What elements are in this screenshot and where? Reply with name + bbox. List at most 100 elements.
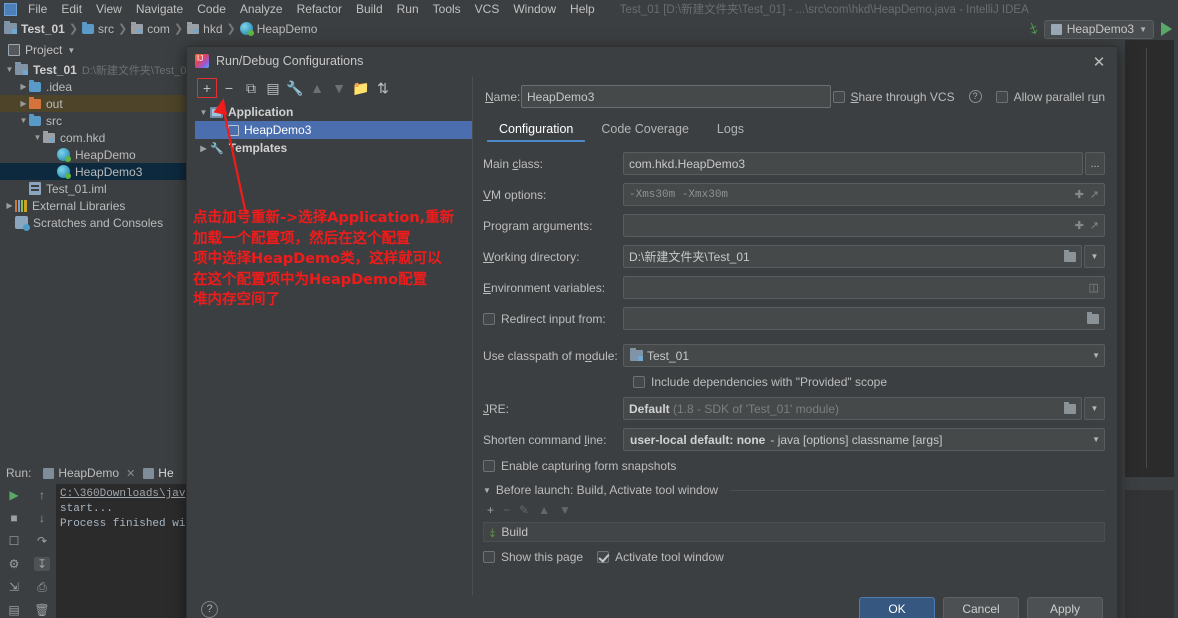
remove-configuration-button[interactable]: − bbox=[219, 78, 239, 98]
include-provided-checkbox[interactable]: Include dependencies with "Provided" sco… bbox=[633, 375, 1105, 389]
apply-button[interactable]: Apply bbox=[1027, 597, 1103, 618]
environment-variables-browse[interactable]: ◫ bbox=[1083, 281, 1099, 294]
project-tree-item[interactable]: ▼ Test_01 D:\新建文件夹\Test_0 bbox=[0, 61, 190, 78]
tab-logs[interactable]: Logs bbox=[703, 116, 758, 142]
soft-wrap-icon[interactable]: ↷ bbox=[34, 534, 50, 548]
share-through-vcs-checkbox[interactable]: Share through VCS bbox=[832, 90, 955, 104]
help-icon[interactable]: ? bbox=[201, 600, 218, 618]
scroll-to-end-icon[interactable]: ↧ bbox=[34, 557, 50, 571]
scroll-up-icon[interactable]: ↑ bbox=[34, 488, 50, 502]
show-this-page-checkbox[interactable]: Show this page bbox=[483, 550, 583, 564]
redirect-input-field[interactable] bbox=[623, 307, 1105, 330]
before-launch-edit-button[interactable]: ✎ bbox=[519, 503, 529, 517]
jre-input[interactable]: Default (1.8 - SDK of 'Test_01' module) bbox=[623, 397, 1082, 420]
menu-item-code[interactable]: Code bbox=[190, 0, 233, 18]
menu-item-tools[interactable]: Tools bbox=[426, 0, 468, 18]
activate-tool-window-checkbox[interactable]: Activate tool window bbox=[597, 550, 724, 564]
menu-item-view[interactable]: View bbox=[89, 0, 129, 18]
name-input[interactable]: HeapDemo3 bbox=[521, 85, 831, 108]
chevron-down-icon[interactable]: ▼ bbox=[4, 65, 15, 74]
before-launch-remove-button[interactable]: − bbox=[503, 503, 510, 517]
redirect-input-checkbox[interactable]: Redirect input from: bbox=[483, 312, 623, 326]
project-tree-item[interactable]: HeapDemo3 bbox=[0, 163, 190, 180]
chevron-right-icon[interactable]: ▶ bbox=[4, 201, 15, 210]
chevron-right-icon[interactable]: ▶ bbox=[18, 82, 29, 91]
add-configuration-button[interactable]: + bbox=[197, 78, 217, 98]
program-arguments-input[interactable]: ✚ ↗ bbox=[623, 214, 1105, 237]
stop-icon[interactable]: ■ bbox=[6, 511, 22, 525]
jre-dropdown[interactable]: ▼ bbox=[1084, 397, 1105, 420]
breadcrumb-src[interactable]: src ❯ bbox=[82, 21, 131, 36]
working-directory-browse[interactable] bbox=[1058, 249, 1076, 262]
camera-icon[interactable]: ☐ bbox=[6, 534, 22, 548]
before-launch-item-build[interactable]: ⤈ Build bbox=[483, 522, 1105, 542]
tab-configuration[interactable]: Configuration bbox=[485, 116, 587, 142]
chevron-down-icon[interactable]: ▼ bbox=[18, 116, 29, 125]
expand-editor-icon[interactable]: ↗ bbox=[1090, 188, 1099, 201]
main-class-browse-button[interactable]: ... bbox=[1085, 152, 1105, 175]
before-launch-header[interactable]: ▼ Before launch: Build, Activate tool wi… bbox=[483, 483, 1105, 497]
menu-item-navigate[interactable]: Navigate bbox=[129, 0, 190, 18]
console-output[interactable]: C:\360Downloads\jav start... Process fin… bbox=[56, 484, 190, 618]
project-tree-item[interactable]: ▶ out bbox=[0, 95, 190, 112]
trash-icon[interactable]: 🗑 bbox=[34, 603, 50, 617]
sort-configurations-button[interactable]: ⇅ bbox=[373, 78, 393, 98]
menu-item-build[interactable]: Build bbox=[349, 0, 390, 18]
run-configuration-selector[interactable]: HeapDemo3 ▼ bbox=[1043, 19, 1154, 39]
jre-browse[interactable] bbox=[1058, 401, 1076, 414]
project-tree-item[interactable]: ▼ src bbox=[0, 112, 190, 129]
insert-macro-icon[interactable]: ✚ bbox=[1075, 188, 1084, 201]
breadcrumb-hkd[interactable]: hkd ❯ bbox=[187, 21, 240, 36]
settings-gear-icon[interactable]: ⚙ bbox=[6, 557, 22, 571]
run-tab-heapdemo[interactable]: HeapDemo ✕ bbox=[43, 466, 135, 480]
working-directory-dropdown[interactable]: ▼ bbox=[1084, 245, 1105, 268]
menu-item-file[interactable]: File bbox=[21, 0, 54, 18]
breadcrumb-test01[interactable]: Test_01 ❯ bbox=[4, 21, 82, 36]
before-launch-move-up-button[interactable]: ▲ bbox=[538, 503, 550, 517]
layout-icon[interactable]: ▤ bbox=[6, 603, 22, 617]
redirect-input-browse[interactable] bbox=[1081, 311, 1099, 324]
before-launch-add-button[interactable]: + bbox=[487, 503, 494, 517]
breadcrumb-heapdemo[interactable]: HeapDemo bbox=[239, 22, 317, 36]
project-tree[interactable]: ▼ Test_01 D:\新建文件夹\Test_0 ▶ .idea ▶ out ▼ src ▼ co… bbox=[0, 61, 190, 461]
run-tab-heapdemo3[interactable]: He bbox=[143, 466, 174, 480]
capture-snapshots-checkbox[interactable]: Enable capturing form snapshots bbox=[483, 459, 1105, 473]
help-icon[interactable]: ? bbox=[968, 90, 982, 103]
new-folder-button[interactable]: 📁 bbox=[351, 78, 371, 98]
project-tree-item[interactable]: ▼ com.hkd bbox=[0, 129, 190, 146]
shorten-command-line-select[interactable]: user-local default: none - java [options… bbox=[623, 428, 1105, 451]
menu-item-window[interactable]: Window bbox=[506, 0, 563, 18]
menu-item-vcs[interactable]: VCS bbox=[468, 0, 507, 18]
working-directory-input[interactable]: D:\新建文件夹\Test_01 bbox=[623, 245, 1082, 268]
chevron-down-icon[interactable]: ▼ bbox=[32, 133, 43, 142]
main-class-input[interactable]: com.hkd.HeapDemo3 bbox=[623, 152, 1083, 175]
project-tree-item[interactable]: HeapDemo bbox=[0, 146, 190, 163]
scroll-down-icon[interactable]: ↓ bbox=[34, 511, 50, 525]
run-play-icon[interactable] bbox=[1161, 22, 1172, 36]
copy-configuration-button[interactable]: ⧉ bbox=[241, 78, 261, 98]
project-tree-item[interactable]: ▶ External Libraries bbox=[0, 197, 190, 214]
expand-editor-icon[interactable]: ↗ bbox=[1090, 219, 1099, 232]
breadcrumb-com[interactable]: com ❯ bbox=[131, 21, 187, 36]
before-launch-move-down-button[interactable]: ▼ bbox=[559, 503, 571, 517]
export-icon[interactable]: ⇲ bbox=[6, 580, 22, 594]
close-icon[interactable]: ✕ bbox=[126, 467, 135, 480]
cancel-button[interactable]: Cancel bbox=[943, 597, 1019, 618]
move-up-button[interactable]: ▲ bbox=[307, 78, 327, 98]
print-icon[interactable]: ⎙ bbox=[34, 580, 50, 594]
classpath-module-select[interactable]: Test_01 ▼ bbox=[623, 344, 1105, 367]
menu-item-edit[interactable]: Edit bbox=[54, 0, 89, 18]
menu-item-analyze[interactable]: Analyze bbox=[233, 0, 290, 18]
vm-options-input[interactable]: -Xms30m -Xmx30m ✚ ↗ bbox=[623, 183, 1105, 206]
move-down-button[interactable]: ▼ bbox=[329, 78, 349, 98]
rerun-icon[interactable]: ▶ bbox=[6, 488, 22, 502]
project-tree-item[interactable]: ▶ .idea bbox=[0, 78, 190, 95]
menu-item-run[interactable]: Run bbox=[390, 0, 426, 18]
edit-templates-button[interactable]: 🔧 bbox=[285, 78, 305, 98]
menu-item-refactor[interactable]: Refactor bbox=[290, 0, 349, 18]
hammer-icon[interactable]: ⤈ bbox=[1027, 19, 1040, 38]
ok-button[interactable]: OK bbox=[859, 597, 935, 618]
project-tree-item[interactable]: Test_01.iml bbox=[0, 180, 190, 197]
project-tree-item[interactable]: Scratches and Consoles bbox=[0, 214, 190, 231]
save-configuration-button[interactable]: ▤ bbox=[263, 78, 283, 98]
